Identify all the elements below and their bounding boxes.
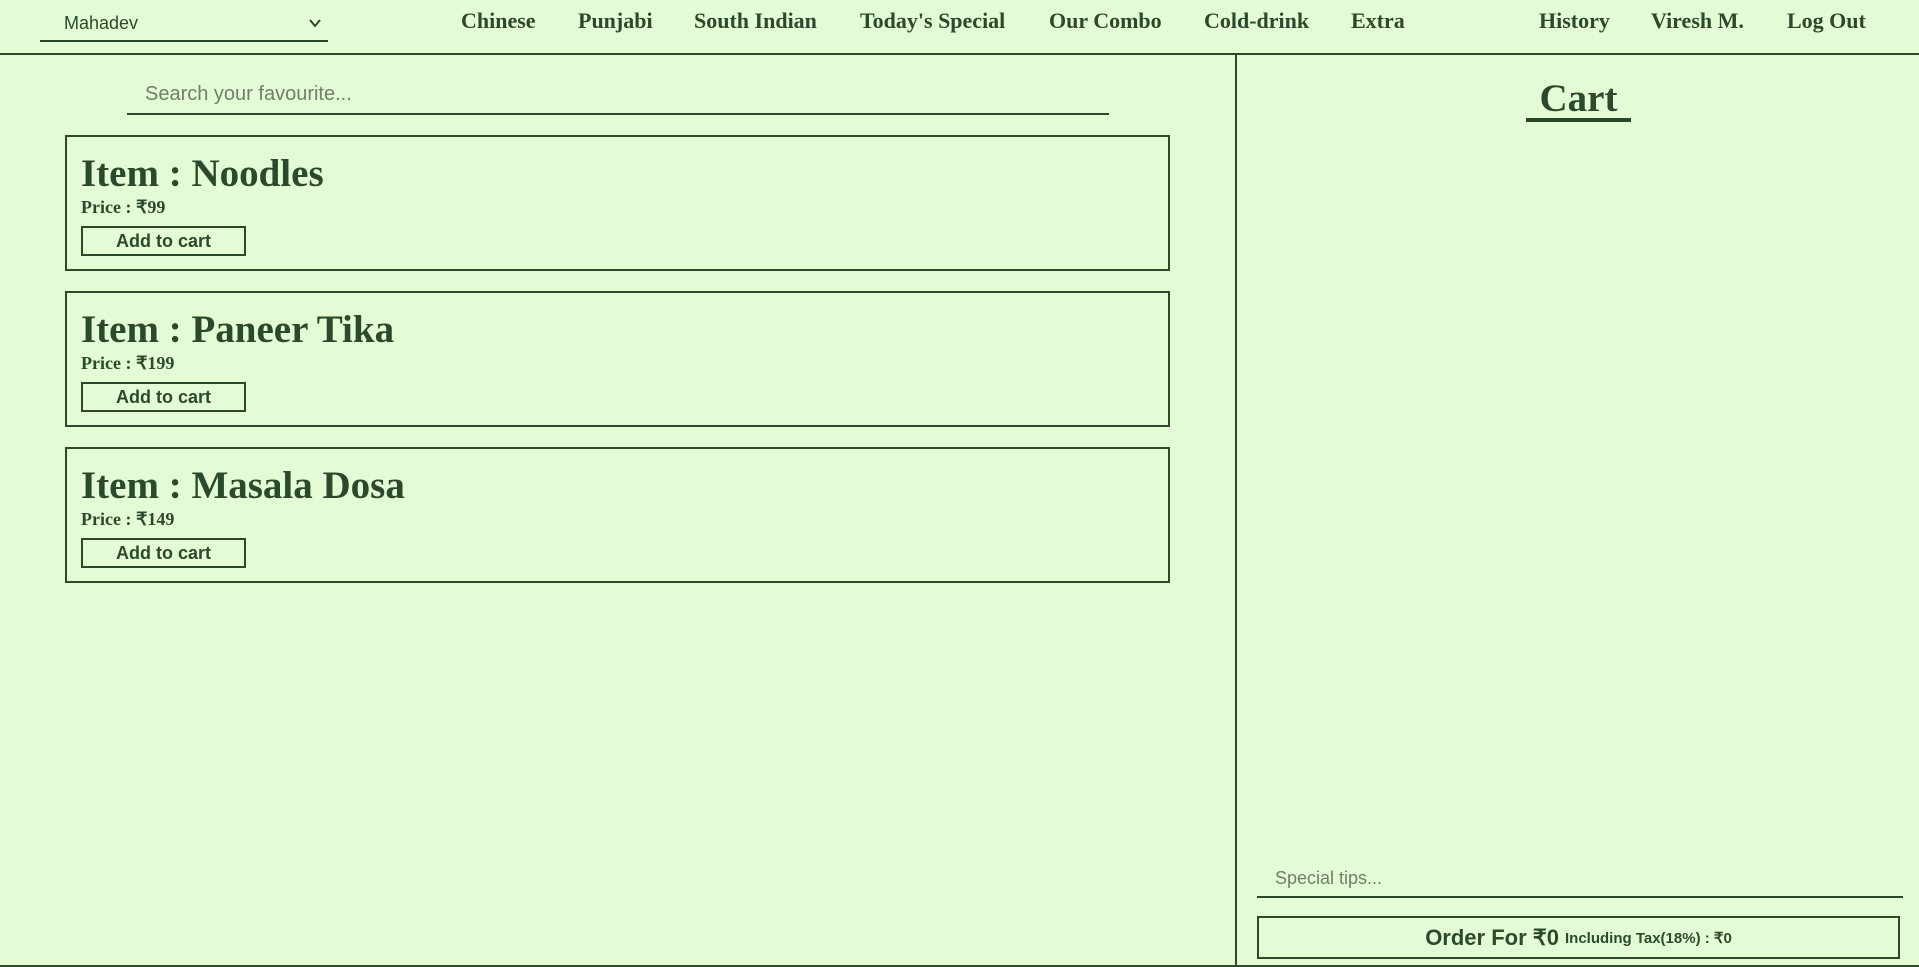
item-price: Price : ₹99	[81, 197, 166, 217]
add-to-cart-button[interactable]: Add to cart	[81, 538, 246, 568]
add-to-cart-button[interactable]: Add to cart	[81, 226, 246, 256]
nav-chinese[interactable]: Chinese	[461, 8, 536, 38]
top-navigation-bar: Mahadev Chinese Punjabi South Indian Tod…	[0, 0, 1919, 55]
cart-title: Cart	[1539, 77, 1618, 120]
order-total-label: Order For ₹0	[1425, 924, 1559, 950]
chevron-down-icon	[309, 19, 321, 28]
item-price: Price : ₹149	[81, 509, 175, 529]
store-select[interactable]: Mahadev	[40, 6, 328, 42]
item-title: Item : Paneer Tika	[81, 308, 395, 351]
nav-our-combo[interactable]: Our Combo	[1049, 8, 1162, 38]
add-to-cart-button[interactable]: Add to cart	[81, 382, 246, 412]
nav-south-indian[interactable]: South Indian	[694, 8, 817, 38]
search-input[interactable]	[127, 76, 1109, 115]
menu-item-card: Item : Masala Dosa Price : ₹149 Add to c…	[65, 447, 1170, 583]
store-select-value: Mahadev	[64, 12, 139, 33]
user-profile-link[interactable]: Viresh M.	[1651, 8, 1744, 38]
nav-cold-drink[interactable]: Cold-drink	[1204, 8, 1309, 38]
nav-history[interactable]: History	[1539, 8, 1610, 38]
order-button[interactable]: Order For ₹0 Including Tax(18%) : ₹0	[1257, 916, 1900, 959]
panel-divider	[1235, 55, 1237, 967]
item-title: Item : Noodles	[81, 152, 324, 195]
order-tax-label: Including Tax(18%) : ₹0	[1565, 929, 1732, 947]
item-title: Item : Masala Dosa	[81, 464, 405, 507]
menu-item-card: Item : Noodles Price : ₹99 Add to cart	[65, 135, 1170, 271]
logout-link[interactable]: Log Out	[1787, 8, 1866, 38]
nav-extra[interactable]: Extra	[1351, 8, 1405, 38]
item-price: Price : ₹199	[81, 353, 175, 373]
cart-title-underline	[1526, 118, 1631, 122]
nav-punjabi[interactable]: Punjabi	[578, 8, 653, 38]
nav-todays-special[interactable]: Today's Special	[860, 8, 1005, 38]
special-tips-input[interactable]	[1257, 860, 1903, 898]
menu-item-card: Item : Paneer Tika Price : ₹199 Add to c…	[65, 291, 1170, 427]
